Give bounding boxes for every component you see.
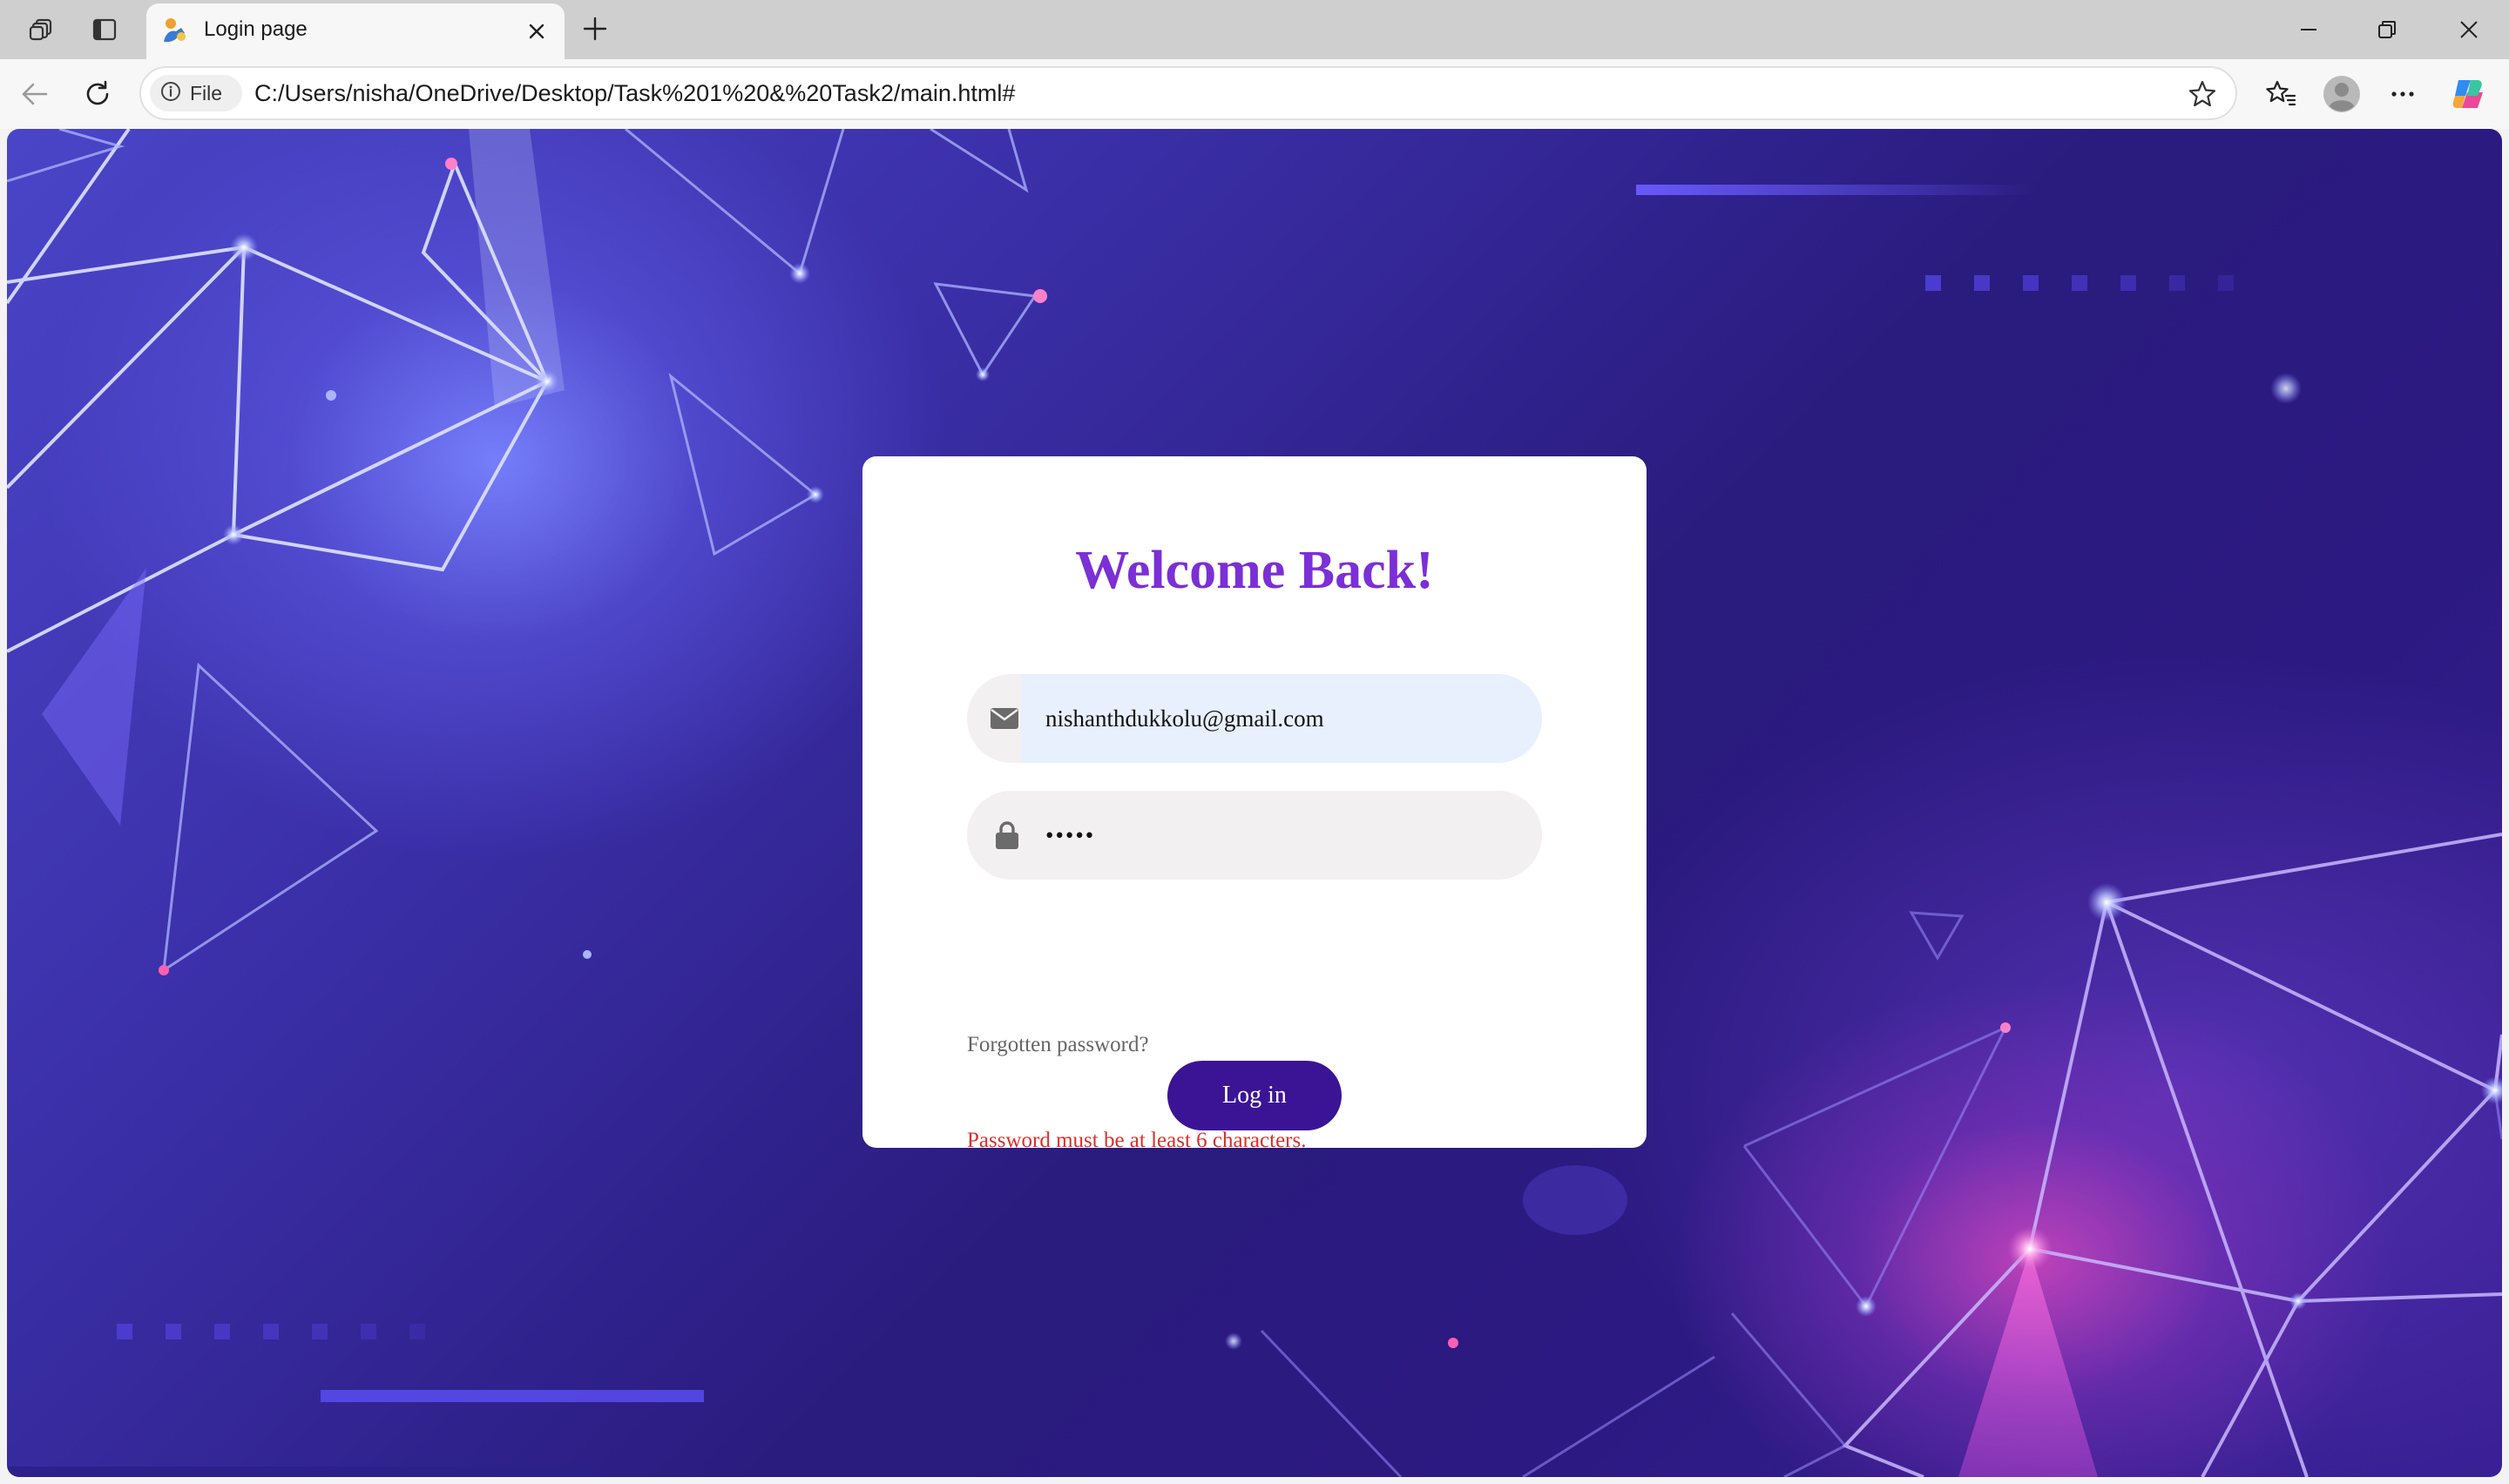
- login-button[interactable]: Log in: [1167, 1061, 1342, 1130]
- site-info-chip[interactable]: File: [150, 75, 242, 111]
- restore-icon[interactable]: [2352, 5, 2422, 54]
- favorites-icon[interactable]: [2258, 71, 2303, 117]
- password-field[interactable]: [967, 791, 1542, 880]
- tab-favicon-icon: [159, 16, 190, 47]
- copilot-icon[interactable]: [2446, 71, 2492, 117]
- more-icon[interactable]: [2380, 71, 2425, 117]
- login-card: Welcome Back! Forgotten password? Log in…: [862, 456, 1647, 1152]
- info-icon: [160, 81, 181, 106]
- workspaces-icon[interactable]: [23, 10, 61, 49]
- close-icon[interactable]: [2434, 5, 2504, 54]
- page-viewport: Welcome Back! Forgotten password? Log in…: [7, 129, 2502, 1477]
- vertical-tabs-icon[interactable]: [85, 10, 124, 49]
- browser-tab-active[interactable]: Login page: [146, 3, 565, 59]
- envelope-icon: [967, 674, 1021, 763]
- back-arrow-icon[interactable]: [14, 73, 56, 115]
- url-text[interactable]: C:/Users/nisha/OneDrive/Desktop/Task%201…: [254, 80, 1015, 107]
- refresh-icon[interactable]: [77, 73, 118, 115]
- close-icon[interactable]: [519, 14, 554, 49]
- address-bar[interactable]: File C:/Users/nisha/OneDrive/Desktop/Tas…: [139, 66, 2237, 120]
- star-icon[interactable]: [2185, 77, 2220, 111]
- minimize-icon[interactable]: [2274, 5, 2343, 54]
- password-input[interactable]: [1021, 791, 1542, 880]
- profile-icon[interactable]: [2319, 71, 2364, 117]
- login-title: Welcome Back!: [1075, 541, 1434, 600]
- lock-icon: [967, 791, 1021, 880]
- scheme-label: File: [190, 81, 223, 105]
- tab-title: Login page: [204, 17, 308, 41]
- browser-toolbar: File C:/Users/nisha/OneDrive/Desktop/Tas…: [0, 59, 2509, 129]
- email-field[interactable]: [967, 674, 1542, 763]
- plus-icon[interactable]: [575, 9, 615, 49]
- email-input[interactable]: [1021, 674, 1542, 763]
- forgot-password-link[interactable]: Forgotten password?: [967, 1033, 1149, 1057]
- password-error-message: Password must be at least 6 characters.: [967, 1129, 1307, 1152]
- browser-titlebar: Login page: [0, 0, 2509, 59]
